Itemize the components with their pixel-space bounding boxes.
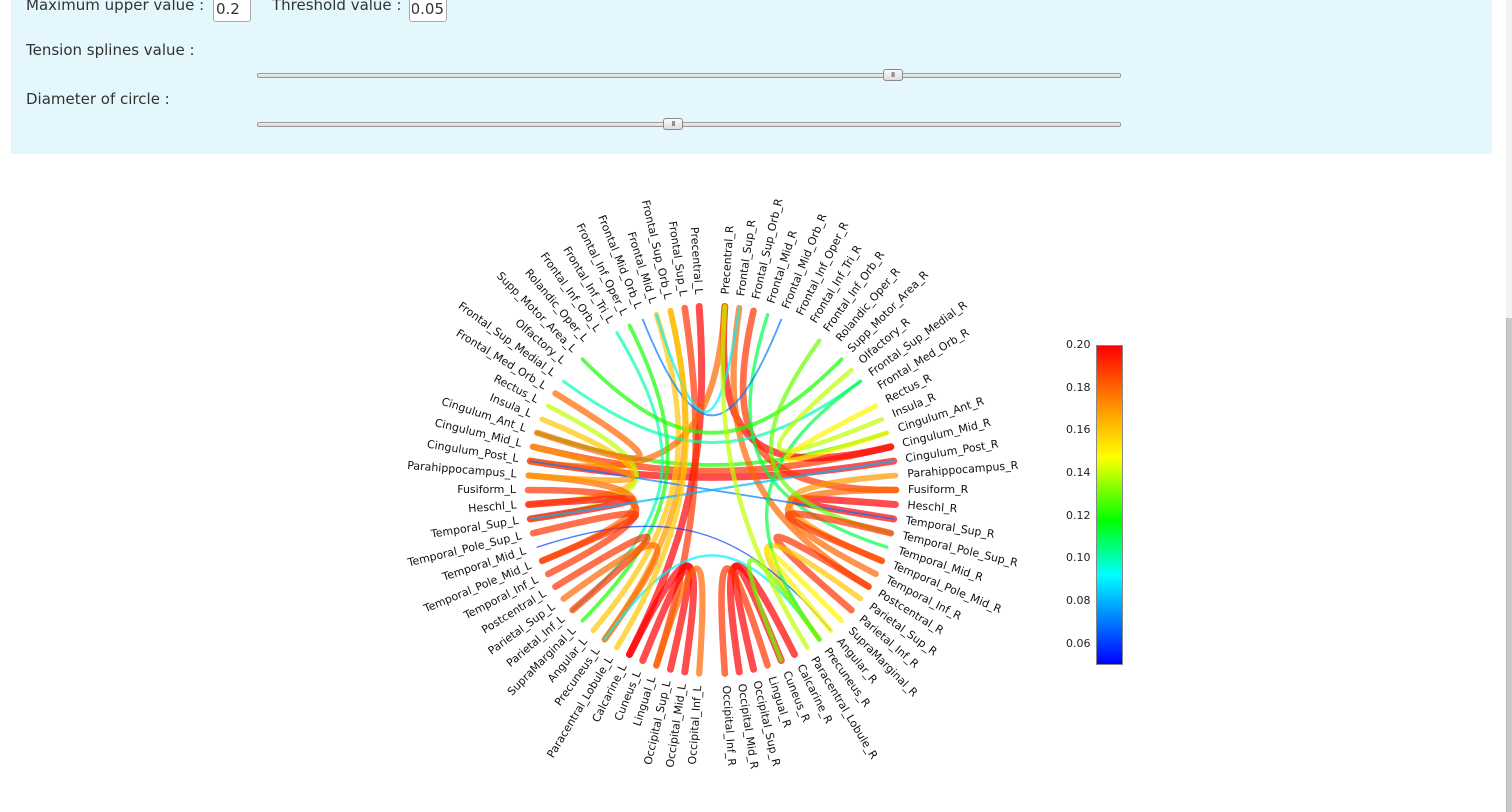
tension-slider[interactable]: III: [257, 69, 1121, 81]
controls-panel: Maximum upper value : Threshold value : …: [11, 0, 1492, 154]
node-label: Precentral_R: [719, 225, 737, 295]
colorbar-tick-label: 0.18: [1066, 380, 1091, 394]
diameter-label: Diameter of circle :: [26, 90, 170, 108]
labels-layer: Precentral_LFrontal_Sup_LFrontal_Sup_Orb…: [405, 197, 1019, 770]
links-layer: [524, 302, 900, 677]
colorbar-tick-label: 0.12: [1066, 508, 1091, 522]
tension-slider-handle[interactable]: III: [882, 69, 903, 81]
page-scrollbar[interactable]: [1506, 0, 1512, 812]
tension-label: Tension splines value :: [26, 41, 195, 59]
diameter-slider[interactable]: III: [257, 118, 1121, 130]
chord-link: [580, 357, 844, 435]
chord-diagram: Precentral_LFrontal_Sup_LFrontal_Sup_Orb…: [405, 197, 1019, 770]
scrollbar-thumb[interactable]: [1506, 318, 1512, 812]
colorbar: [1096, 345, 1123, 665]
colorbar-tick-label: 0.20: [1066, 338, 1091, 351]
node-label: Fusiform_L: [457, 483, 517, 496]
colorbar-tick-label: 0.06: [1066, 636, 1091, 650]
node-label: Occipital_Inf_L: [686, 684, 705, 765]
node-label: Fusiform_R: [908, 483, 969, 496]
diameter-slider-handle[interactable]: III: [663, 118, 684, 130]
max-upper-input[interactable]: [213, 0, 251, 22]
node-label: Precentral_L: [688, 227, 706, 296]
threshold-label: Threshold value :: [272, 0, 402, 14]
max-upper-label: Maximum upper value :: [26, 0, 205, 14]
threshold-input[interactable]: [409, 0, 447, 22]
colorbar-tick-label: 0.16: [1066, 423, 1091, 437]
colorbar-tick-label: 0.08: [1066, 594, 1091, 607]
colorbar-tick-label: 0.14: [1066, 466, 1091, 479]
colorbar-tick-label: 0.10: [1066, 551, 1091, 565]
node-label: Heschl_R: [907, 498, 958, 515]
node-label: Occipital_Inf_R: [720, 685, 739, 767]
node-label: Heschl_L: [468, 498, 518, 515]
